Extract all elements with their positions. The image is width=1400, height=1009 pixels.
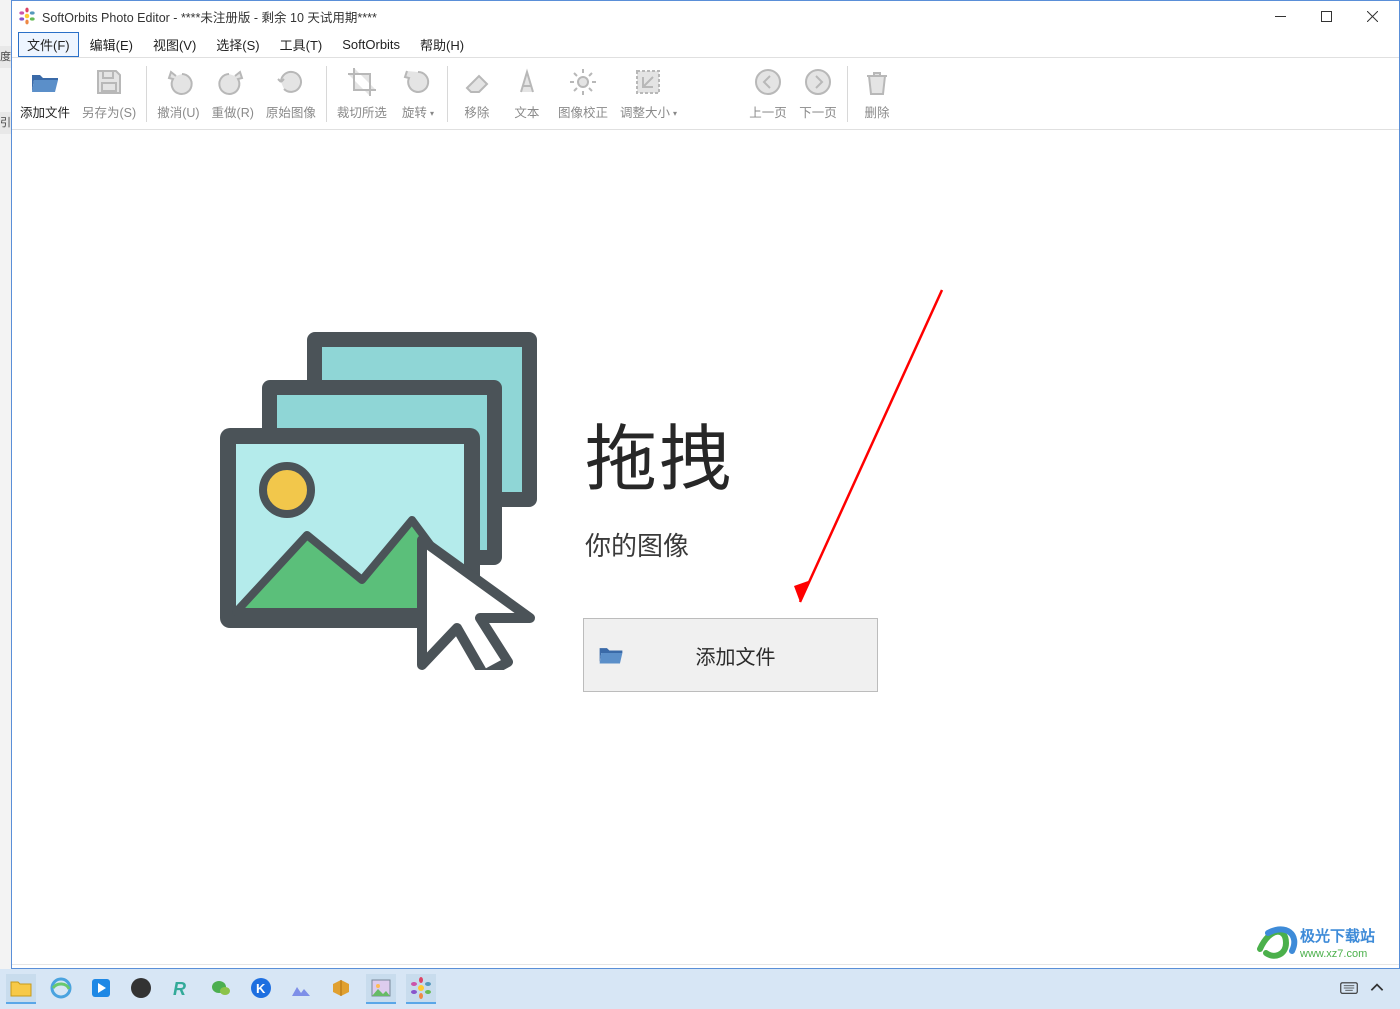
tool-original-label: 原始图像: [266, 102, 316, 121]
taskbar-app-mountain[interactable]: [286, 974, 316, 1004]
sliver-text-1: 度: [0, 46, 11, 68]
tool-remove[interactable]: 移除: [452, 62, 502, 127]
taskbar-app-image[interactable]: [366, 974, 396, 1004]
tool-original[interactable]: 原始图像: [260, 62, 322, 127]
menu-edit[interactable]: 编辑(E): [81, 32, 142, 57]
add-files-button[interactable]: 添加文件: [583, 618, 878, 692]
taskbar-app-r[interactable]: R: [166, 974, 196, 1004]
rotate-icon: [402, 66, 434, 98]
menu-file[interactable]: 文件(F): [18, 32, 79, 57]
refresh-icon: [275, 66, 307, 98]
folder-open-icon: [29, 66, 61, 98]
close-button[interactable]: [1349, 1, 1395, 31]
tool-delete-label: 删除: [864, 102, 889, 121]
tool-undo[interactable]: 撤消(U): [151, 62, 205, 127]
arrow-left-circle-icon: [752, 66, 784, 98]
tool-resize-label: 调整大小: [620, 102, 677, 121]
background-window-sliver: 度 引: [0, 0, 11, 1009]
tool-redo[interactable]: 重做(R): [206, 62, 260, 127]
toolbar-separator: [847, 66, 848, 122]
drop-subheading: 你的图像: [585, 526, 689, 563]
menubar: 文件(F) 编辑(E) 视图(V) 选择(S) 工具(T) SoftOrbits…: [12, 31, 1399, 57]
tool-rotate-label: 旋转: [402, 102, 434, 121]
toolbar-separator: [326, 66, 327, 122]
app-window: SoftOrbits Photo Editor - ****未注册版 - 剩余 …: [11, 0, 1400, 969]
tool-next[interactable]: 下一页: [793, 62, 843, 127]
brightness-icon: [567, 66, 599, 98]
menu-view[interactable]: 视图(V): [144, 32, 205, 57]
trash-icon: [861, 66, 893, 98]
tool-save-as[interactable]: 另存为(S): [76, 62, 142, 127]
tool-prev-label: 上一页: [749, 102, 787, 121]
tool-text[interactable]: 文本: [502, 62, 552, 127]
tool-delete[interactable]: 删除: [852, 62, 902, 127]
taskbar-wechat[interactable]: [206, 974, 236, 1004]
redo-icon: [217, 66, 249, 98]
tool-save-as-label: 另存为(S): [82, 102, 136, 121]
menu-select[interactable]: 选择(S): [207, 32, 268, 57]
tool-crop[interactable]: 裁切所选: [331, 62, 393, 127]
tool-next-label: 下一页: [799, 102, 837, 121]
taskbar-softorbits[interactable]: [406, 974, 436, 1004]
taskbar-edge[interactable]: [46, 974, 76, 1004]
eraser-icon: [461, 66, 493, 98]
svg-text:R: R: [173, 979, 186, 999]
drop-heading: 拖拽: [585, 400, 733, 505]
tool-correct[interactable]: 图像校正: [552, 62, 614, 127]
tool-text-label: 文本: [514, 102, 539, 121]
tool-crop-label: 裁切所选: [337, 102, 387, 121]
tool-undo-label: 撤消(U): [157, 102, 199, 121]
toolbar-separator: [447, 66, 448, 122]
taskbar-app-k[interactable]: K: [246, 974, 276, 1004]
tool-resize[interactable]: 调整大小: [614, 62, 683, 127]
drop-images-illustration-icon: [212, 320, 562, 670]
svg-text:K: K: [256, 981, 266, 996]
statusbar: [12, 964, 1399, 968]
crop-icon: [346, 66, 378, 98]
minimize-button[interactable]: [1257, 1, 1303, 31]
tray-keyboard-icon[interactable]: [1340, 979, 1358, 1000]
folder-open-icon: [598, 644, 624, 666]
tool-rotate[interactable]: 旋转: [393, 62, 443, 127]
tool-redo-label: 重做(R): [212, 102, 254, 121]
resize-icon: [632, 66, 664, 98]
tray-chevron-icon[interactable]: [1368, 979, 1386, 1000]
arrow-right-circle-icon: [802, 66, 834, 98]
tool-prev[interactable]: 上一页: [743, 62, 793, 127]
menu-softorbits[interactable]: SoftOrbits: [333, 34, 409, 55]
menu-help[interactable]: 帮助(H): [411, 32, 473, 57]
taskbar: R K: [0, 969, 1400, 1009]
menu-tools[interactable]: 工具(T): [271, 32, 332, 57]
toolbar-separator: [146, 66, 147, 122]
titlebar: SoftOrbits Photo Editor - ****未注册版 - 剩余 …: [12, 1, 1399, 31]
text-icon: [511, 66, 543, 98]
canvas-dropzone[interactable]: 拖拽 你的图像 添加文件: [12, 130, 1399, 964]
taskbar-app-blue[interactable]: [86, 974, 116, 1004]
tool-add-files-label: 添加文件: [20, 102, 70, 121]
add-files-button-label: 添加文件: [624, 641, 877, 670]
save-icon: [93, 66, 125, 98]
tool-remove-label: 移除: [464, 102, 489, 121]
taskbar-app-dark[interactable]: [126, 974, 156, 1004]
maximize-button[interactable]: [1303, 1, 1349, 31]
sliver-text-2: 引: [0, 112, 11, 134]
undo-icon: [162, 66, 194, 98]
taskbar-app-box[interactable]: [326, 974, 356, 1004]
taskbar-file-explorer[interactable]: [6, 974, 36, 1004]
app-icon: [18, 7, 36, 25]
tool-add-files[interactable]: 添加文件: [14, 62, 76, 127]
window-title: SoftOrbits Photo Editor - ****未注册版 - 剩余 …: [42, 7, 377, 26]
tool-correct-label: 图像校正: [558, 102, 608, 121]
toolbar: 添加文件 另存为(S) 撤消(U) 重做(R) 原始图像 裁切所选 旋转: [12, 57, 1399, 130]
